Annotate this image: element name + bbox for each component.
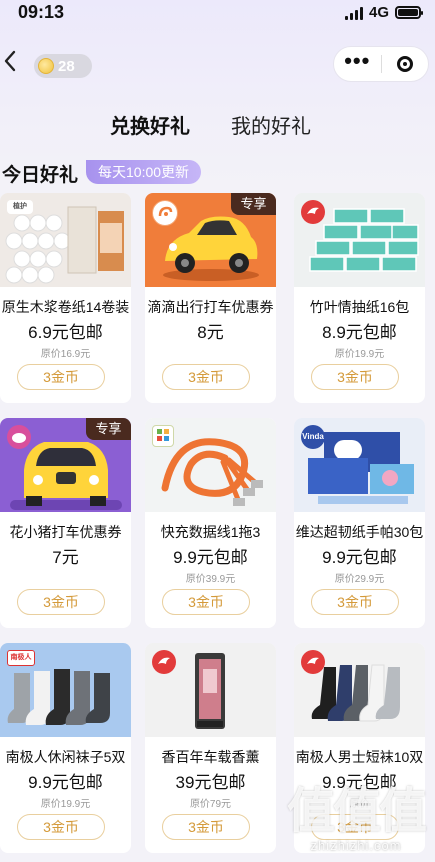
product-original-price: 原价19.9元 — [334, 349, 385, 360]
redeem-button[interactable]: 3金币 — [311, 364, 399, 390]
shop-logo-icon — [301, 650, 325, 674]
nanjiren-logo: 南极人 — [7, 650, 35, 666]
product-price: 9.9元包邮 — [322, 548, 397, 567]
product-price: 6.9元包邮 — [28, 323, 103, 342]
redeem-button[interactable]: 3金币 — [17, 589, 105, 615]
tab-my-gifts-label: 我的好礼 — [231, 116, 311, 138]
redeem-button[interactable]: 3金币 — [162, 814, 250, 840]
product-name: 竹叶情抽纸16包 — [309, 299, 410, 315]
product-original-price: 原价29.9元 — [334, 574, 385, 585]
product-price: 8元 — [197, 323, 224, 342]
coin-icon — [38, 58, 54, 74]
product-price: 9.9元包邮 — [173, 548, 248, 567]
product-name: 维达超韧纸手帕30包 — [295, 524, 424, 540]
tab-bar: 兑换好礼 我的好礼 — [0, 110, 435, 144]
product-name: 南极人男士短袜10双 — [295, 749, 424, 765]
back-icon[interactable] — [2, 48, 22, 80]
update-time-badge: 每天10:00更新 — [86, 160, 202, 184]
product-card[interactable]: 竹叶情抽纸16包 8.9元包邮 原价19.9元 3金币 — [294, 193, 425, 403]
watermark-glyphs: 值值值 — [286, 785, 427, 838]
status-bar: 09:13 4G — [0, 0, 435, 26]
product-card[interactable]: 香百年车载香薰 39元包邮 原价79元 3金币 — [145, 643, 276, 853]
tab-my-gifts[interactable]: 我的好礼 — [231, 110, 311, 139]
product-price: 8.9元包邮 — [322, 323, 397, 342]
section-header: 今日好礼 每天10:00更新 — [0, 158, 435, 186]
product-card[interactable]: 专享 滴滴出行打车优惠券 8元 3金币 — [145, 193, 276, 403]
exclusive-tag: 专享 — [231, 193, 276, 215]
product-name: 香百年车载香薰 — [161, 749, 260, 765]
shop-logo-icon — [301, 200, 325, 224]
product-original-price: 原价79元 — [189, 799, 232, 810]
more-dots-icon[interactable]: ••• — [334, 50, 381, 72]
product-card[interactable]: Vinda 维达超韧纸手帕30包 9.9元包邮 原价29.9元 3金币 — [294, 418, 425, 628]
didi-logo-icon — [152, 200, 178, 226]
product-name: 花小猪打车优惠券 — [9, 524, 122, 540]
nav-bar: 28 ••• — [0, 46, 435, 86]
brand-logo-icon — [152, 425, 174, 447]
vinda-logo-icon: Vinda — [301, 425, 325, 449]
redeem-button[interactable]: 3金币 — [17, 364, 105, 390]
section-title: 今日好礼 — [2, 165, 79, 186]
product-card[interactable]: 快充数据线1拖3 9.9元包邮 原价39.9元 3金币 — [145, 418, 276, 628]
product-name: 滴滴出行打车优惠券 — [147, 299, 274, 315]
redeem-button[interactable]: 3金币 — [311, 589, 399, 615]
product-price: 9.9元包邮 — [28, 773, 103, 792]
product-card[interactable]: 专享 花小猪打车优惠券 7元 3金币 — [0, 418, 131, 628]
redeem-button[interactable]: 3金币 — [17, 814, 105, 840]
shop-logo-icon — [152, 650, 176, 674]
coin-count: 28 — [58, 57, 75, 75]
brand-logo: 植护 — [7, 200, 33, 214]
network-type: 4G — [368, 4, 389, 21]
product-card[interactable]: 南极人 南极人休闲袜子5双 9.9元包邮 原价19.9元 3金币 — [0, 643, 131, 853]
product-original-price: 原价39.9元 — [185, 574, 236, 585]
tab-exchange-gifts-label: 兑换好礼 — [110, 116, 190, 138]
exclusive-tag: 专享 — [86, 418, 131, 440]
product-name: 南极人休闲袜子5双 — [5, 749, 126, 765]
product-name: 原生木浆卷纸14卷装 — [1, 299, 130, 315]
product-price: 7元 — [52, 548, 79, 567]
product-original-price: 原价19.9元 — [40, 799, 91, 810]
product-name: 快充数据线1拖3 — [160, 524, 261, 540]
status-time: 09:13 — [18, 2, 65, 22]
battery-icon — [395, 6, 423, 19]
site-watermark: 值值值 zhizhizhi.com — [281, 786, 431, 856]
product-original-price: 原价16.9元 — [40, 349, 91, 360]
coin-balance[interactable]: 28 — [34, 54, 92, 78]
product-card[interactable]: 植护 原生木浆卷纸14卷装 6.9元包邮 原价16.9元 3金币 — [0, 193, 131, 403]
miniprogram-capsule: ••• — [333, 46, 429, 82]
signal-icon — [344, 6, 363, 20]
huaxiaozhu-logo-icon — [7, 425, 31, 449]
status-right: 4G — [344, 4, 423, 21]
watermark-url: zhizhizhi.com — [310, 838, 402, 853]
redeem-button[interactable]: 3金币 — [162, 364, 250, 390]
tab-exchange-gifts[interactable]: 兑换好礼 — [110, 110, 190, 143]
redeem-button[interactable]: 3金币 — [162, 589, 250, 615]
product-price: 39元包邮 — [175, 773, 246, 792]
target-icon[interactable] — [381, 56, 428, 72]
